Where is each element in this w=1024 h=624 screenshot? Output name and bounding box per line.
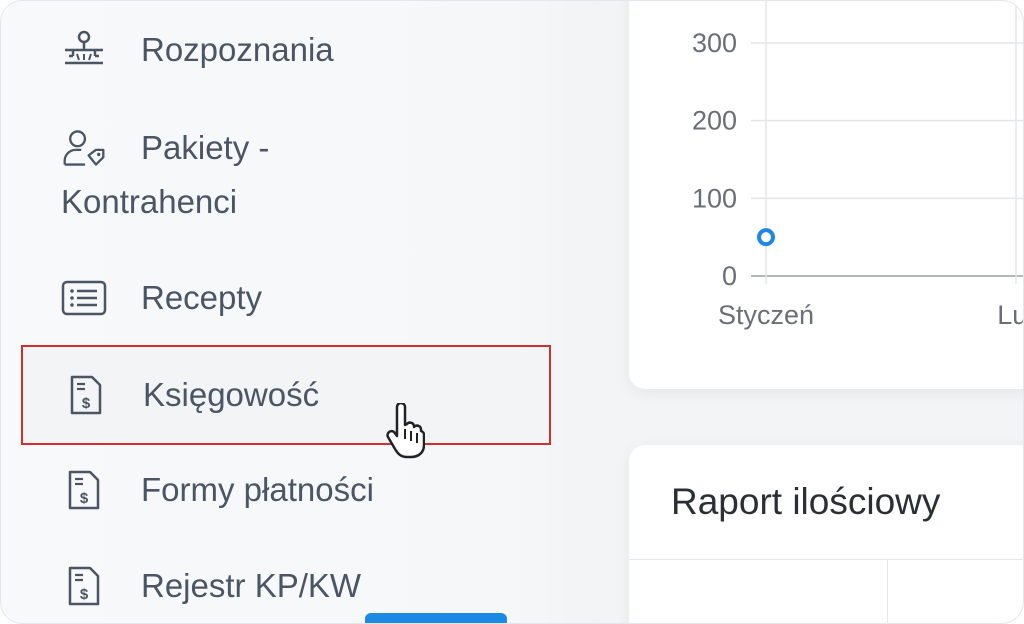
dollar-document-icon: $ [61, 559, 107, 613]
dollar-document-icon: $ [61, 463, 107, 517]
y-tick-label: 300 [692, 28, 737, 58]
group-structure-icon [61, 23, 107, 77]
sidebar-item-label-continued: Kontrahenci [61, 183, 238, 220]
svg-text:$: $ [80, 490, 89, 507]
sidebar-item-label: Formy płatności [141, 471, 374, 508]
app-window: Rozpoznania Pakiety - Kontrahenci Recept… [0, 0, 1024, 624]
data-point [757, 228, 775, 247]
sidebar-item-label: Recepty [141, 279, 263, 316]
scroll-indicator[interactable] [365, 613, 507, 623]
dollar-document-icon: $ [63, 368, 109, 422]
sidebar-item-rejestr-kp-kw[interactable]: $ Rejestr KP/KW [21, 559, 551, 613]
x-tick-label: Lut [997, 300, 1024, 330]
sidebar-item-rozpoznania[interactable]: Rozpoznania [21, 23, 551, 77]
y-tick-label: 0 [722, 261, 737, 291]
y-tick-label: 100 [692, 183, 737, 213]
hand-pointer-cursor-icon [385, 401, 426, 464]
report-title: Raport ilościowy [671, 481, 941, 522]
sidebar-item-label: Rejestr KP/KW [141, 567, 362, 604]
divider [629, 559, 1023, 560]
sidebar-item-label: Księgowość [143, 376, 320, 413]
svg-text:$: $ [80, 586, 89, 603]
sidebar-item-pakiety-kontrahenci[interactable]: Pakiety - Kontrahenci [21, 121, 551, 229]
line-chart: 300 200 100 0 Styczeń Lut [692, 1, 1024, 330]
sidebar-item-label: Rozpoznania [141, 31, 334, 68]
sidebar: Rozpoznania Pakiety - Kontrahenci Recept… [1, 1, 601, 623]
y-tick-label: 200 [692, 106, 737, 136]
sidebar-item-ksiegowosc[interactable]: $ Księgowość [21, 345, 551, 445]
svg-text:$: $ [82, 395, 91, 412]
table-column-divider [887, 560, 888, 623]
list-icon [61, 271, 107, 325]
sidebar-item-label: Pakiety - [141, 129, 270, 166]
x-tick-label: Styczeń [718, 300, 814, 330]
sidebar-item-formy-platnosci[interactable]: $ Formy płatności [21, 463, 551, 517]
chart-card: 300 200 100 0 Styczeń Lut [629, 1, 1024, 389]
sidebar-item-recepty[interactable]: Recepty [21, 271, 551, 325]
report-card: Raport ilościowy [629, 445, 1023, 623]
user-tag-icon [61, 121, 107, 175]
